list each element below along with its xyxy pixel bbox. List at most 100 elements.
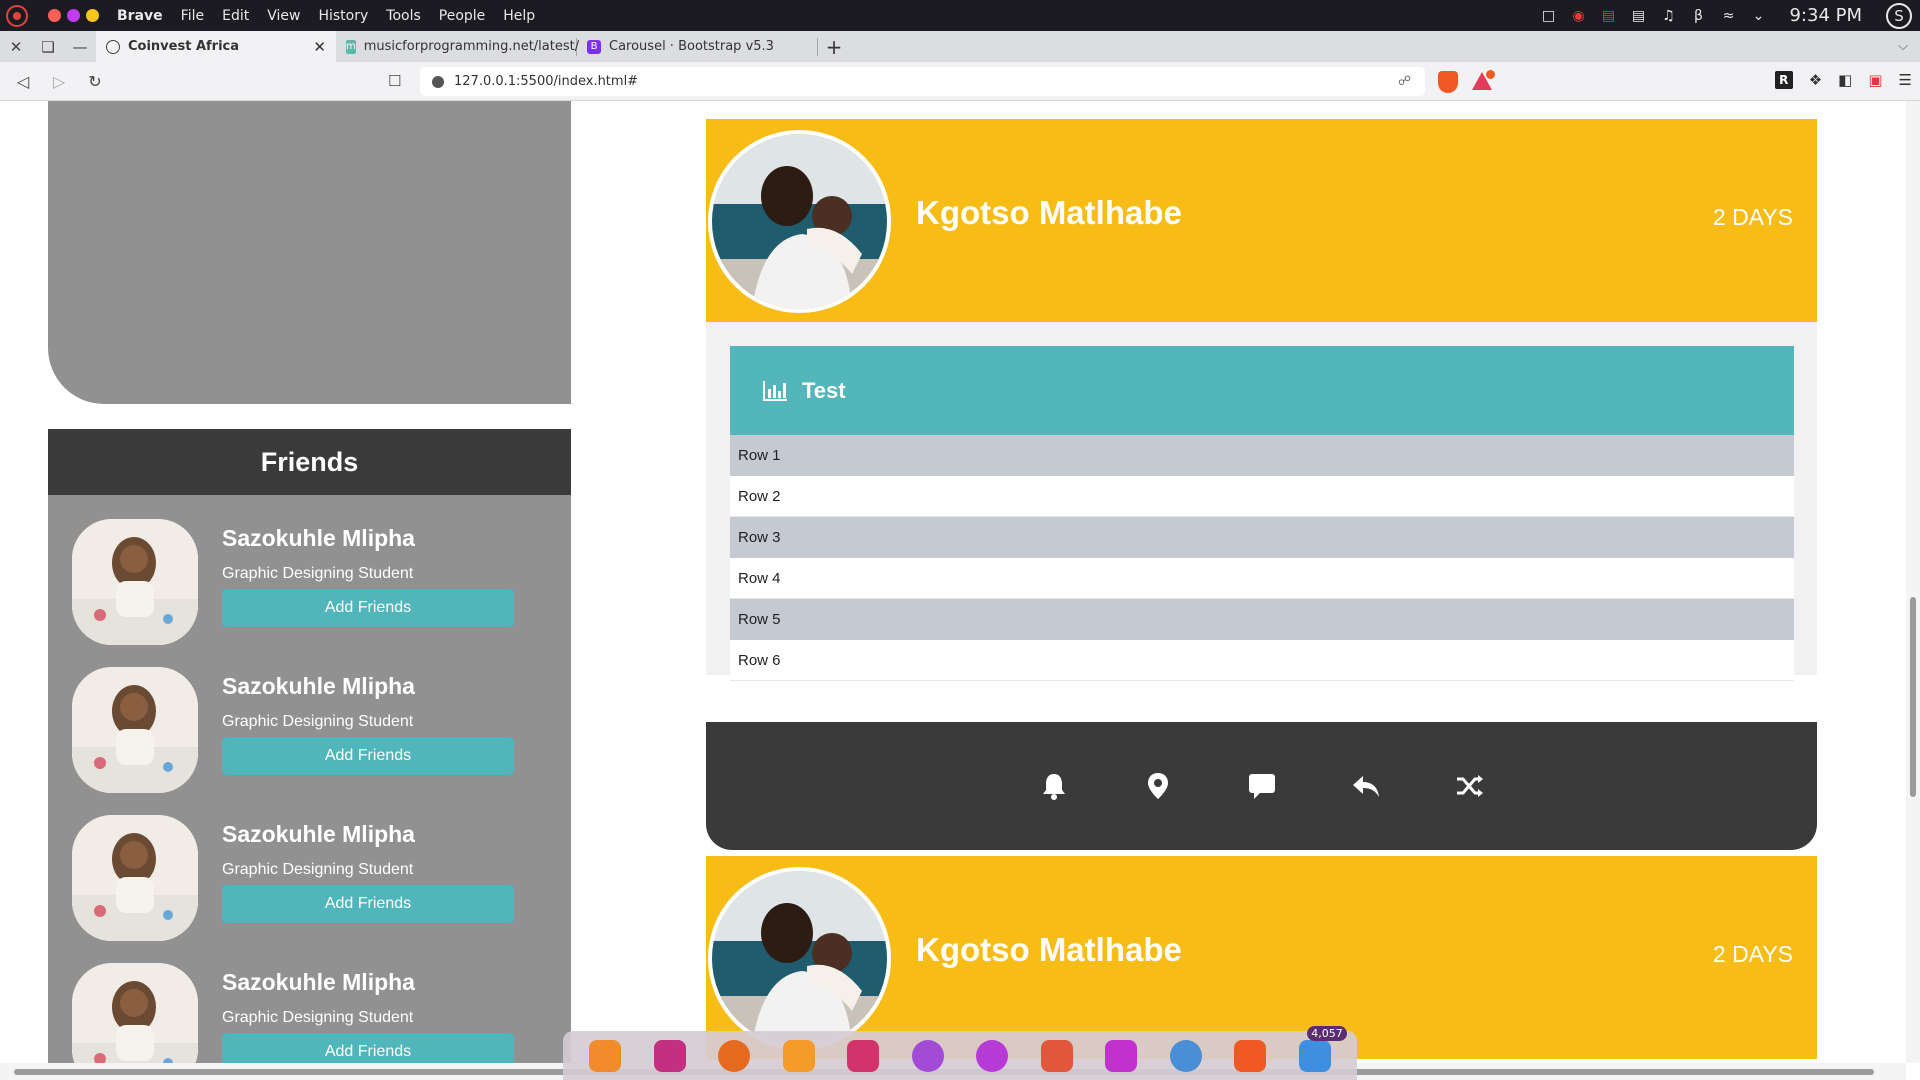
bootstrap-favicon-icon: B	[587, 39, 601, 54]
tab-musicforprogramming[interactable]: m musicforprogramming.net/latest/	[336, 31, 579, 62]
back-icon[interactable]: ◁	[10, 72, 36, 91]
comment-icon[interactable]	[1210, 772, 1314, 800]
forward-icon[interactable]: ▷	[46, 72, 72, 91]
address-toolbar: ◁ ▷ ↻ ☐ 127.0.0.1:5500/index.html# ☍ R ❖…	[0, 62, 1920, 101]
sidebar-toggle-icon[interactable]: ◧	[1838, 71, 1852, 89]
menu-history[interactable]: History	[318, 8, 368, 24]
notification-badge: 4,057	[1307, 1025, 1347, 1041]
friend-name: Sazokuhle Mlipha	[222, 821, 415, 847]
hamburger-menu-icon[interactable]: ☰	[1899, 71, 1912, 89]
code-editor-icon[interactable]	[847, 1039, 880, 1072]
s-app-icon[interactable]	[911, 1039, 944, 1072]
restore-icon[interactable]: ❏	[32, 38, 64, 56]
wallet-icon[interactable]: ▣	[1868, 71, 1882, 89]
chevron-down-icon[interactable]: ⌄	[1749, 7, 1767, 25]
menu-file[interactable]: File	[181, 8, 204, 24]
os-logo-icon[interactable]	[6, 4, 28, 27]
menu-help[interactable]: Help	[503, 8, 535, 24]
post-header: Kgotso Matlhabe 2 DAYS	[706, 119, 1817, 322]
share-icon[interactable]: ☍	[1398, 74, 1411, 89]
maximize-window-icon[interactable]	[86, 9, 99, 22]
vscode-icon[interactable]: 4,057	[1298, 1025, 1347, 1072]
menu-people[interactable]: People	[439, 8, 486, 24]
url-field[interactable]: 127.0.0.1:5500/index.html# ☍	[420, 67, 1425, 96]
bookmark-icon[interactable]: ☐	[388, 72, 401, 90]
tab-coinvest-africa[interactable]: Coinvest Africa ✕	[96, 31, 336, 62]
reader-extension-icon[interactable]: R	[1774, 71, 1793, 89]
clipboard-icon[interactable]: ▤	[1629, 7, 1647, 25]
reply-icon[interactable]	[1314, 774, 1418, 798]
bluetooth-icon[interactable]: β	[1689, 7, 1707, 25]
add-friends-button[interactable]: Add Friends	[222, 1033, 514, 1063]
friend-card: Sazokuhle Mlipha Graphic Designing Stude…	[72, 963, 532, 1063]
terminal-icon[interactable]	[653, 1039, 686, 1072]
network-icon[interactable]	[1169, 1039, 1202, 1072]
tab-bootstrap-carousel[interactable]: B Carousel · Bootstrap v5.3	[577, 31, 817, 62]
bell-icon[interactable]	[1002, 772, 1106, 800]
menu-tools[interactable]: Tools	[386, 8, 421, 24]
tab-list-chevron-icon[interactable]: ⌵	[1898, 39, 1908, 54]
post-author-name[interactable]: Kgotso Matlhabe	[916, 194, 1182, 232]
friend-avatar[interactable]	[72, 815, 198, 941]
post-content: Test Row 1 Row 2 Row 3 Row 4 Row 5 Row 6	[706, 322, 1817, 681]
site-info-icon[interactable]	[432, 75, 444, 88]
minimize-window-icon[interactable]	[67, 9, 80, 22]
rewards-badge	[1486, 70, 1495, 79]
store-icon[interactable]	[1105, 1039, 1138, 1072]
close-window-icon[interactable]	[48, 9, 61, 22]
friend-name: Sazokuhle Mlipha	[222, 673, 415, 699]
security-icon[interactable]: ◉	[1569, 7, 1587, 25]
menu-view[interactable]: View	[267, 8, 300, 24]
brave-icon[interactable]	[1234, 1039, 1267, 1072]
editor-icon[interactable]	[1040, 1039, 1073, 1072]
settings-icon[interactable]	[976, 1039, 1009, 1072]
new-tab-icon[interactable]: +	[818, 35, 850, 59]
friend-avatar[interactable]	[72, 667, 198, 793]
scroll-thumb[interactable]	[1910, 597, 1916, 797]
data-table: Test Row 1 Row 2 Row 3 Row 4 Row 5 Row 6	[730, 346, 1794, 681]
brave-shields-icon[interactable]	[1438, 71, 1458, 93]
puzzle-extensions-icon[interactable]: ❖	[1809, 71, 1822, 89]
post-author-name[interactable]: Kgotso Matlhabe	[916, 931, 1182, 969]
page-viewport: Friends Sazokuhle Mlipha Graphic Designi…	[0, 101, 1906, 1063]
map-marker-icon[interactable]	[1106, 772, 1210, 800]
menu-edit[interactable]: Edit	[222, 8, 249, 24]
minimize-icon[interactable]: —	[64, 38, 96, 56]
url-text[interactable]: 127.0.0.1:5500/index.html#	[454, 74, 638, 89]
user-avatar[interactable]: S	[1886, 2, 1912, 29]
friend-avatar[interactable]	[72, 963, 198, 1063]
post-time: 2 DAYS	[1712, 941, 1793, 967]
reload-icon[interactable]: ↻	[82, 72, 108, 91]
notification-icon[interactable]: □	[1539, 7, 1557, 25]
clock[interactable]: 9:34 PM	[1789, 5, 1862, 26]
vertical-scrollbar[interactable]	[1906, 101, 1920, 1063]
add-friends-button[interactable]: Add Friends	[222, 885, 514, 923]
table-row: Row 3	[730, 517, 1794, 558]
tab-close-icon[interactable]: ✕	[313, 38, 326, 56]
extensions-area: R ❖ ◧ ▣ ☰	[1774, 71, 1912, 89]
browser-icon[interactable]	[718, 1039, 751, 1072]
post-action-bar	[706, 722, 1817, 850]
add-friends-button[interactable]: Add Friends	[222, 589, 514, 627]
system-tray: □ ◉ ▤ ▤ ♫ β ≈ ⌄ 9:34 PM S	[1539, 0, 1920, 31]
post-header: Kgotso Matlhabe 2 DAYS	[706, 856, 1817, 1059]
table-row: Row 2	[730, 476, 1794, 517]
friend-avatar[interactable]	[72, 519, 198, 645]
update-icon[interactable]: ▤	[1599, 7, 1617, 25]
app-dock: 4,057	[563, 1025, 1357, 1080]
wifi-icon[interactable]: ≈	[1719, 7, 1737, 25]
firefox-icon[interactable]	[589, 1039, 622, 1072]
add-friends-button[interactable]: Add Friends	[222, 737, 514, 775]
shuffle-icon[interactable]	[1418, 774, 1522, 798]
post-author-avatar[interactable]	[708, 130, 891, 313]
friend-role: Graphic Designing Student	[222, 713, 414, 730]
friend-role: Graphic Designing Student	[222, 1009, 414, 1026]
volume-icon[interactable]: ♫	[1659, 7, 1677, 25]
music-favicon-icon: m	[346, 39, 356, 54]
friend-role: Graphic Designing Student	[222, 565, 414, 582]
app-menu: Brave File Edit View History Tools Peopl…	[117, 8, 535, 24]
files-icon[interactable]	[782, 1039, 815, 1072]
menu-brave[interactable]: Brave	[117, 8, 163, 24]
close-icon[interactable]: ✕	[0, 38, 32, 56]
post-author-avatar[interactable]	[708, 867, 891, 1050]
